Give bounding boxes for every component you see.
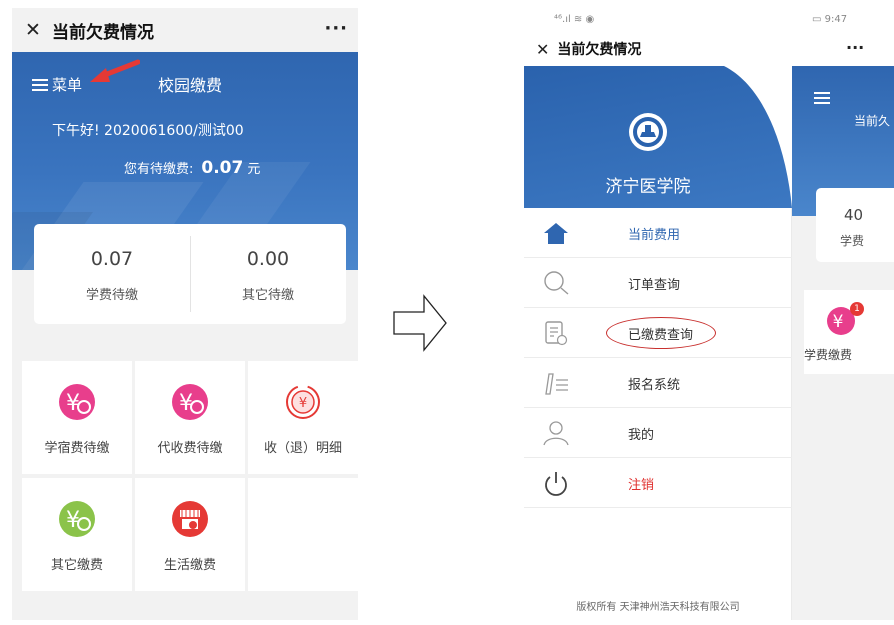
svg-text:¥: ¥ — [179, 391, 193, 416]
summary-label: 学费待缴 — [85, 288, 138, 303]
hamburger-icon — [32, 78, 48, 91]
greeting-text: 下午好! 2020061600/测试00 — [52, 123, 244, 139]
home-icon — [544, 223, 568, 244]
receipt-icon — [545, 321, 568, 346]
svg-text:¥: ¥ — [66, 391, 80, 416]
summary-divider — [190, 236, 191, 312]
grid-item-living-payment[interactable]: 生活缴费 — [135, 478, 245, 591]
drawer-item-paid-query[interactable]: 已缴费查询 — [524, 308, 792, 358]
underlying-page: 当前久 40 学费 ¥ 1 学费缴费 — [792, 66, 894, 620]
underlying-tile-label: 学费缴费 — [804, 348, 853, 362]
battery-time-status: ▭ 9:47 — [812, 14, 848, 25]
underlying-label: 学费 — [840, 234, 865, 248]
status-bar: ⁴⁶.ıl ≋ ◉ ▭ 9:47 — [524, 8, 894, 32]
copyright-text: 版权所有 天津神州浩天科技有限公司 — [576, 602, 740, 613]
pending-unit: 元 — [247, 162, 261, 177]
school-emblem-icon — [629, 113, 667, 151]
drawer-item-label: 当前费用 — [628, 228, 681, 243]
left-title-bar: ✕ 当前欠费情况 ··· — [12, 8, 358, 52]
grid-item-label: 生活缴费 — [163, 558, 216, 573]
pending-label: 您有待缴费: — [124, 162, 194, 177]
grid-item-label: 代收费待缴 — [157, 441, 223, 456]
edit-icon — [545, 373, 568, 395]
menu-label: 菜单 — [52, 76, 83, 94]
other-pending-summary[interactable]: 0.00 其它待缴 — [190, 224, 346, 324]
function-grid: ¥ 学宿费待缴 ¥ 代收费待缴 ¥ 收（退）明细 ¥ 其它缴费 生活缴费 — [22, 361, 358, 596]
annotation-arrow-icon — [90, 59, 140, 82]
hamburger-icon[interactable] — [814, 92, 830, 104]
drawer-item-logout[interactable]: 注销 — [524, 458, 792, 508]
drawer-item-label: 报名系统 — [628, 378, 681, 393]
page-title: 当前欠费情况 — [557, 42, 642, 58]
notification-badge: 1 — [850, 302, 864, 316]
side-drawer: 济宁医学院 当前费用 订单查询 已缴费查询 报名系统 我的 注销 版权所有 天津… — [524, 66, 792, 620]
yuan-icon: ¥ — [172, 384, 208, 420]
svg-text:¥: ¥ — [66, 508, 80, 533]
drawer-item-my-account[interactable]: 我的 — [524, 408, 792, 458]
close-button[interactable]: ✕ — [22, 19, 44, 41]
summary-value: 0.07 — [90, 248, 134, 270]
tuition-pending-summary[interactable]: 0.07 学费待缴 — [34, 224, 190, 324]
refund-icon: ¥ — [286, 385, 320, 419]
right-title-bar: ✕ 当前欠费情况 ··· — [524, 32, 894, 66]
grid-item-room-board-pending[interactable]: ¥ 学宿费待缴 — [22, 361, 132, 474]
drawer-item-order-query[interactable]: 订单查询 — [524, 258, 792, 308]
fee-summary-card: 0.07 学费待缴 0.00 其它待缴 — [34, 224, 346, 324]
drawer-item-current-fees[interactable]: 当前费用 — [524, 208, 792, 258]
grid-item-receipt-refund-details[interactable]: ¥ 收（退）明细 — [248, 361, 358, 474]
user-icon — [543, 421, 569, 446]
summary-label: 其它待缴 — [241, 288, 294, 303]
grid-item-label: 学宿费待缴 — [44, 441, 110, 456]
left-phone-screen: ✕ 当前欠费情况 ··· 菜单 校园缴费 下午好! 2020061600/测试0… — [12, 8, 358, 620]
school-name: 济宁医学院 — [605, 177, 691, 197]
grid-item-label: 收（退）明细 — [263, 441, 342, 456]
summary-value: 0.00 — [246, 248, 290, 270]
power-icon — [545, 472, 567, 496]
pending-amount: 0.07 — [201, 158, 244, 178]
banner-title: 校园缴费 — [158, 76, 223, 95]
grid-item-label: 其它缴费 — [50, 558, 103, 573]
search-icon — [544, 271, 569, 295]
grid-item-collection-pending[interactable]: ¥ 代收费待缴 — [135, 361, 245, 474]
right-phone-screen: ⁴⁶.ıl ≋ ◉ ▭ 9:47 ✕ 当前欠费情况 ··· 当前久 40 学费 … — [524, 8, 894, 620]
drawer-item-label: 我的 — [628, 428, 655, 443]
grid-item-other-payment[interactable]: ¥ 其它缴费 — [22, 478, 132, 591]
transition-arrow-icon — [393, 294, 447, 352]
signal-status: ⁴⁶.ıl ≋ ◉ — [554, 14, 595, 25]
drawer-item-label: 注销 — [628, 478, 655, 493]
more-menu-button[interactable]: ··· — [846, 38, 864, 57]
yuan-icon: ¥ — [59, 384, 95, 420]
grid-item-empty — [248, 478, 358, 591]
more-menu-button[interactable]: ··· — [324, 18, 348, 39]
drawer-header: 济宁医学院 — [524, 66, 792, 208]
drawer-item-label: 已缴费查询 — [628, 328, 694, 343]
underlying-summary-card — [816, 188, 894, 262]
svg-text:¥: ¥ — [299, 396, 307, 411]
drawer-item-registration[interactable]: 报名系统 — [524, 358, 792, 408]
drawer-item-label: 订单查询 — [628, 278, 681, 293]
pending-fee-line: 您有待缴费: 0.07 元 — [124, 158, 260, 178]
underlying-value: 40 — [844, 206, 864, 224]
shop-icon — [172, 501, 208, 537]
svg-text:¥: ¥ — [833, 312, 844, 332]
menu-button[interactable]: 菜单 — [32, 74, 82, 95]
yuan-icon: ¥ — [59, 501, 95, 537]
page-title: 当前欠费情况 — [52, 22, 154, 43]
underlying-greeting: 当前久 — [854, 114, 891, 128]
close-button[interactable]: ✕ — [536, 40, 549, 59]
